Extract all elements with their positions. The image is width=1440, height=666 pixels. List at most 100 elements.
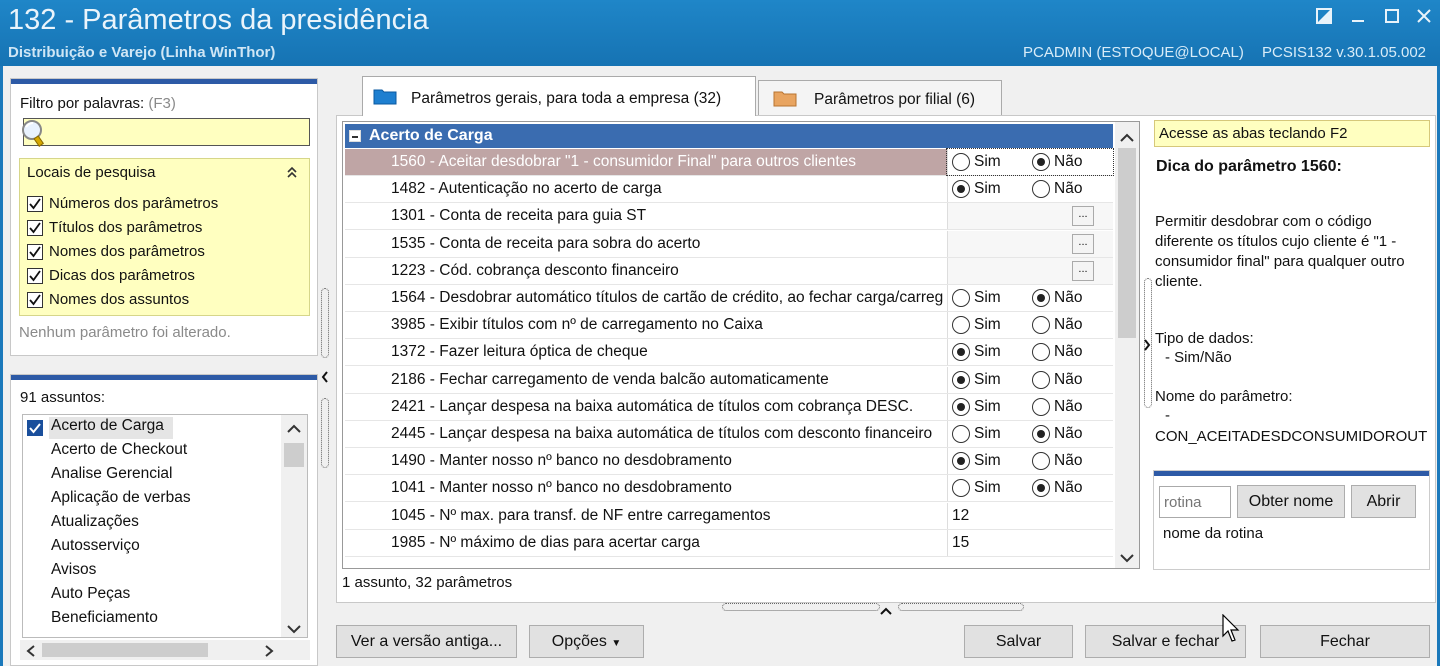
table-row[interactable]: 1985 - Nº máximo de dias para acertar ca… <box>345 529 1113 557</box>
tab-branch[interactable]: Parâmetros por filial (6) <box>758 80 1002 116</box>
grid-scrollbar[interactable] <box>1115 122 1139 568</box>
radio-sim[interactable] <box>952 289 970 307</box>
checkbox-label-3[interactable]: Dicas dos parâmetros <box>49 267 195 284</box>
radio-sim[interactable] <box>952 153 970 171</box>
number-value[interactable]: 15 <box>952 534 969 552</box>
radio-sim[interactable] <box>952 452 970 471</box>
list-item[interactable]: Autosserviço <box>51 537 140 555</box>
subjects-hscroll[interactable] <box>20 640 310 660</box>
expand-right-icon[interactable] <box>1143 338 1151 355</box>
restore-icon[interactable] <box>1312 6 1336 30</box>
grid-scroll-down-icon[interactable] <box>1120 550 1134 567</box>
radio-nao[interactable] <box>1032 316 1050 335</box>
splitter-handle[interactable] <box>321 288 329 358</box>
scroll-down-icon[interactable] <box>287 621 301 637</box>
subjects-scrollbar[interactable] <box>281 415 307 637</box>
param-value[interactable]: Sim Não <box>947 421 1113 447</box>
list-item[interactable]: Atualizações <box>51 513 139 531</box>
parameters-grid[interactable]: Acerto de Carga 1560 - Aceitar desdobrar… <box>342 121 1140 569</box>
table-row[interactable]: 1560 - Aceitar desdobrar "1 - consumidor… <box>345 148 1114 176</box>
checkbox-option-4[interactable] <box>27 292 43 308</box>
maximize-icon[interactable] <box>1380 6 1404 30</box>
close-button[interactable]: Fechar <box>1260 625 1430 658</box>
radio-nao[interactable] <box>1032 343 1050 362</box>
checkbox-label-2[interactable]: Nomes dos parâmetros <box>49 243 205 260</box>
param-value[interactable]: Sim Não <box>947 285 1113 311</box>
ellipsis-button[interactable]: ... <box>1072 233 1094 254</box>
table-row[interactable]: 1372 - Fazer leitura óptica de cheque Sim… <box>345 339 1113 367</box>
scroll-up-icon[interactable] <box>287 421 301 438</box>
radio-nao[interactable] <box>1032 370 1050 389</box>
radio-nao[interactable] <box>1032 289 1050 307</box>
table-row[interactable]: 1482 - Autenticação no acerto de carga Si… <box>345 176 1113 204</box>
save-button[interactable]: Salvar <box>964 625 1073 658</box>
param-value[interactable]: Sim Não <box>946 148 1114 176</box>
checkbox-option-2[interactable] <box>27 244 43 260</box>
param-value[interactable]: Sim Não <box>947 393 1113 420</box>
radio-nao[interactable] <box>1032 397 1050 416</box>
radio-sim[interactable] <box>952 343 970 362</box>
checkbox-option-3[interactable] <box>27 268 43 284</box>
checkbox-option-0[interactable] <box>27 196 43 212</box>
radio-nao[interactable] <box>1032 452 1050 471</box>
radio-sim[interactable] <box>952 479 970 498</box>
list-item[interactable]: Analise Gerencial <box>51 465 172 483</box>
table-row[interactable]: 1564 - Desdobrar automático títulos de c… <box>345 285 1113 312</box>
param-value[interactable]: Sim Não <box>947 312 1113 339</box>
subjects-list[interactable]: Acerto de Carga Acerto de Checkout Analise… <box>22 414 308 638</box>
bottom-splitter[interactable] <box>722 603 880 611</box>
table-row[interactable]: 2445 - Lançar despesa na baixa automátic… <box>345 421 1113 448</box>
rotina-input[interactable] <box>1159 486 1231 518</box>
checkbox-label-1[interactable]: Títulos dos parâmetros <box>49 219 202 236</box>
param-value[interactable]: Sim Não <box>947 366 1113 393</box>
param-value[interactable]: ... <box>947 230 1113 257</box>
list-item[interactable]: Acerto de Checkout <box>51 441 187 459</box>
scroll-left-icon[interactable] <box>26 644 36 661</box>
radio-sim[interactable] <box>952 180 970 199</box>
search-input[interactable] <box>23 118 310 146</box>
radio-nao[interactable] <box>1032 425 1050 443</box>
list-item[interactable]: Avisos <box>51 561 96 579</box>
collapse-up-icon[interactable] <box>880 602 892 619</box>
radio-nao[interactable] <box>1032 479 1050 498</box>
bottom-splitter-2[interactable] <box>898 603 1024 611</box>
list-item[interactable]: Acerto de Carga <box>51 417 164 435</box>
table-row[interactable]: 3985 - Exibir títulos com nº de carregam… <box>345 312 1113 340</box>
old-version-button[interactable]: Ver a versão antiga... <box>336 625 517 658</box>
param-value[interactable]: Sim Não <box>947 339 1113 366</box>
splitter-handle-2[interactable] <box>321 398 329 468</box>
grid-scroll-up-icon[interactable] <box>1120 130 1134 147</box>
param-value[interactable]: ... <box>947 203 1113 230</box>
table-row[interactable]: 2421 - Lançar despesa na baixa automátic… <box>345 393 1113 421</box>
table-row[interactable]: 1045 - Nº max. para transf. de NF entre … <box>345 502 1113 530</box>
checked-subject-icon[interactable] <box>27 420 43 436</box>
param-value[interactable]: 12 <box>947 502 1113 529</box>
table-row[interactable]: 1535 - Conta de receita para sobra do ac… <box>345 230 1113 258</box>
minimize-icon[interactable] <box>1346 6 1370 30</box>
table-row[interactable]: 1041 - Manter nosso nº banco no desdobra… <box>345 475 1113 503</box>
param-value[interactable]: Sim Não <box>947 448 1113 475</box>
table-row[interactable]: 1301 - Conta de receita para guia ST... <box>345 203 1113 231</box>
radio-nao[interactable] <box>1032 180 1050 199</box>
param-value[interactable]: 15 <box>947 529 1113 556</box>
table-row[interactable]: 1490 - Manter nosso nº banco no desdobra… <box>345 448 1113 476</box>
close-icon[interactable] <box>1412 6 1436 30</box>
collapse-group-icon[interactable] <box>349 130 361 142</box>
table-row[interactable]: 2186 - Fechar carregamento de venda balc… <box>345 366 1113 394</box>
radio-sim[interactable] <box>952 316 970 335</box>
get-name-button[interactable]: Obter nome <box>1237 485 1345 518</box>
ellipsis-button[interactable]: ... <box>1072 206 1094 227</box>
collapse-left-icon[interactable] <box>321 370 329 387</box>
param-value[interactable]: Sim Não <box>947 475 1113 502</box>
collapse-icon[interactable] <box>286 165 298 182</box>
hscroll-thumb[interactable] <box>42 643 208 657</box>
options-button[interactable]: Opções ▼ <box>529 625 644 658</box>
checkbox-label-4[interactable]: Nomes dos assuntos <box>49 291 189 308</box>
radio-sim[interactable] <box>952 397 970 416</box>
tab-general[interactable]: Parâmetros gerais, para toda a empresa (… <box>362 76 756 116</box>
checkbox-label-0[interactable]: Números dos parâmetros <box>49 195 218 212</box>
scroll-right-icon[interactable] <box>264 644 274 661</box>
list-item[interactable]: Beneficiamento <box>51 609 158 627</box>
radio-sim[interactable] <box>952 370 970 389</box>
table-row[interactable]: 1223 - Cód. cobrança desconto financeiro… <box>345 257 1113 285</box>
